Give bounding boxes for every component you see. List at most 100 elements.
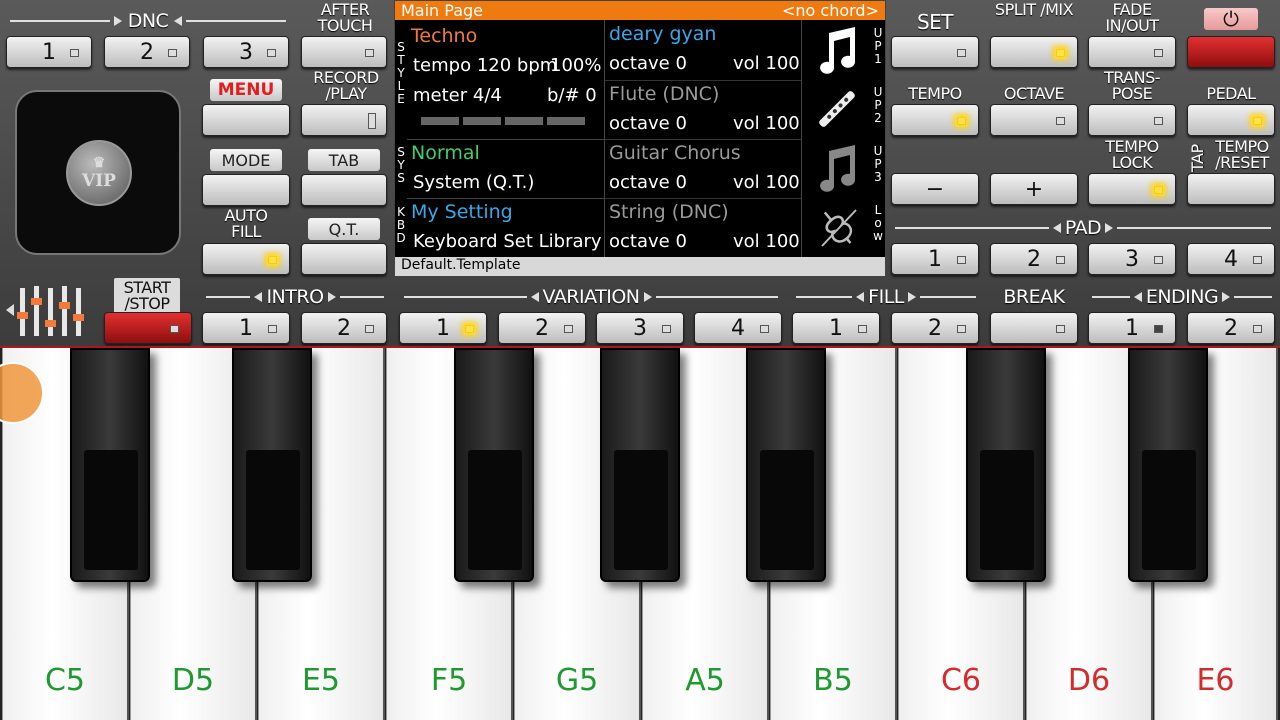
ending-2-button[interactable]: 2 <box>1187 312 1275 344</box>
mixer-sliders-icon[interactable] <box>4 282 88 338</box>
pad-4-button[interactable]: 4 <box>1187 243 1275 275</box>
octave-button[interactable] <box>990 104 1078 136</box>
power-icon: ⏻ <box>1223 7 1239 31</box>
low-violin-icon[interactable] <box>803 198 871 256</box>
qt-button[interactable] <box>301 243 387 275</box>
pad-3-button[interactable]: 3 <box>1088 243 1176 275</box>
black-key[interactable] <box>1128 348 1208 582</box>
track-octave: octave 0 <box>609 231 687 252</box>
variation-4-button[interactable]: 4 <box>694 312 782 344</box>
led-indicator <box>1056 117 1065 125</box>
tempo-lock-button[interactable] <box>1088 173 1176 205</box>
power-tag: ⏻ <box>1204 7 1258 31</box>
track-up1[interactable]: deary gyan octave 0 vol 100 <box>605 21 801 79</box>
divider <box>801 20 802 257</box>
led-indicator <box>1154 256 1163 264</box>
after-touch-label: AFTER TOUCH <box>317 0 373 35</box>
auto-fill-button[interactable] <box>202 243 290 275</box>
sys-side-label: S Y S <box>397 145 405 185</box>
octave-label: OCTAVE <box>1003 84 1065 103</box>
pad-4-label: 4 <box>1224 246 1238 272</box>
ending-1-button[interactable]: 1 <box>1088 312 1176 344</box>
record-play-button[interactable] <box>301 104 387 136</box>
up2-flute-icon[interactable] <box>803 80 871 138</box>
menu-button[interactable] <box>202 104 290 136</box>
black-key[interactable] <box>70 348 150 582</box>
intro-1-button[interactable]: 1 <box>202 312 290 344</box>
after-touch-button[interactable] <box>301 36 387 68</box>
key-label: E5 <box>301 663 341 698</box>
style-area[interactable]: Techno tempo 120 bpm 100% meter 4/4 b/# … <box>407 21 603 139</box>
black-key[interactable] <box>600 348 680 582</box>
intro-2-button[interactable]: 2 <box>301 312 387 344</box>
tempo-minus-button[interactable]: − <box>891 173 979 205</box>
black-key[interactable] <box>746 348 826 582</box>
display-header: Main Page <no chord> <box>395 1 885 20</box>
vip-panel[interactable]: ♛ VIP <box>15 90 181 255</box>
track-up3[interactable]: Guitar Chorus octave 0 vol 100 <box>605 139 801 197</box>
variation-4-label: 4 <box>731 315 745 341</box>
dnc-2-button[interactable]: 2 <box>104 36 190 68</box>
track-low[interactable]: String (DNC) octave 0 vol 100 <box>605 198 801 256</box>
pad-2-button[interactable]: 2 <box>990 243 1078 275</box>
beat-indicator <box>421 117 585 125</box>
variation-2-button[interactable]: 2 <box>498 312 586 344</box>
sys-sub: System (Q.T.) <box>413 172 535 193</box>
track-volume: vol 100 <box>733 53 800 74</box>
led-indicator <box>365 325 374 333</box>
black-key[interactable] <box>454 348 534 582</box>
track-octave: octave 0 <box>609 172 687 193</box>
key-label: C6 <box>940 663 982 698</box>
transpose-button[interactable] <box>1088 104 1176 136</box>
piano-keyboard[interactable]: C5 D5 E5 F5 G5 A5 B5 C6 D6 E6 <box>0 346 1280 720</box>
up1-instrument-icon[interactable] <box>803 21 871 79</box>
black-key[interactable] <box>966 348 1046 582</box>
style-name: Techno <box>411 25 478 47</box>
track-up2[interactable]: Flute (DNC) octave 0 vol 100 <box>605 80 801 138</box>
pad-1-label: 1 <box>928 246 942 272</box>
auto-fill-label: AUTO FILL <box>224 206 268 241</box>
black-key[interactable] <box>232 348 312 582</box>
led-indicator <box>957 325 966 333</box>
fill-2-button[interactable]: 2 <box>891 312 979 344</box>
pad-section-label: PAD <box>891 217 1275 239</box>
dnc-1-button[interactable]: 1 <box>6 36 92 68</box>
tempo-button[interactable] <box>891 104 979 136</box>
qt-tag: Q.T. <box>308 218 380 240</box>
kbd-name: My Setting <box>411 201 513 223</box>
start-stop-label: START /STOP <box>114 278 180 314</box>
pedal-button[interactable] <box>1187 104 1275 136</box>
kbd-side-label: K B D <box>396 205 406 245</box>
variation-3-button[interactable]: 3 <box>596 312 684 344</box>
break-button[interactable] <box>990 312 1078 344</box>
track-name: Flute (DNC) <box>609 83 720 105</box>
sys-name: Normal <box>411 142 480 164</box>
tempo-readout: tempo 120 bpm <box>413 55 558 76</box>
record-play-label: RECORD /PLAY <box>313 68 379 103</box>
intro-2-label: 2 <box>337 315 351 341</box>
vip-crown-icon[interactable]: ♛ VIP <box>66 140 132 206</box>
variation-1-button[interactable]: 1 <box>399 312 487 344</box>
fill-1-button[interactable]: 1 <box>792 312 880 344</box>
keyboard-set-area[interactable]: My Setting Keyboard Set Library <box>407 199 603 257</box>
pad-1-button[interactable]: 1 <box>891 243 979 275</box>
led-indicator <box>1253 117 1262 125</box>
track-octave: octave 0 <box>609 53 687 74</box>
tempo-plus-button[interactable]: + <box>990 173 1078 205</box>
mode-button[interactable] <box>202 174 290 206</box>
set-button[interactable] <box>891 36 979 68</box>
power-button[interactable] <box>1187 36 1275 68</box>
up3-instrument-icon[interactable] <box>803 139 871 197</box>
fade-in-out-button[interactable] <box>1088 36 1176 68</box>
tap-tempo-reset-button[interactable] <box>1187 173 1275 205</box>
system-area[interactable]: Normal System (Q.T.) <box>407 140 603 198</box>
meter-readout: meter 4/4 <box>413 85 502 106</box>
split-mix-button[interactable] <box>990 36 1078 68</box>
ending-1-label: 1 <box>1125 315 1139 341</box>
dnc-3-button[interactable]: 3 <box>203 36 289 68</box>
break-section-label: BREAK <box>1003 286 1065 308</box>
fade-in-out-label: FADE IN/OUT <box>1105 0 1159 35</box>
start-stop-button[interactable] <box>104 312 192 344</box>
tab-button[interactable] <box>301 174 387 206</box>
variation-3-label: 3 <box>633 315 647 341</box>
